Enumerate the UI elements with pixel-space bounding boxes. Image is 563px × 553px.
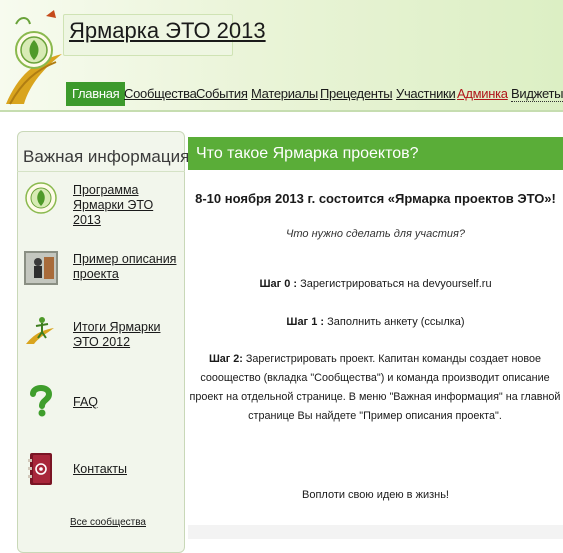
step-0: Шаг 0 : Зарегистрироваться на devyoursel… bbox=[188, 278, 563, 290]
nav-item-participants[interactable]: Участники bbox=[396, 86, 456, 101]
sidebar-item-program[interactable]: Программа Ярмарки ЭТО 2013 bbox=[73, 183, 183, 228]
nav-item-precedents[interactable]: Прецеденты bbox=[320, 86, 393, 101]
participation-subtitle: Что нужно сделать для участия? bbox=[285, 228, 466, 240]
figure-icon bbox=[26, 317, 54, 344]
nav-item-events[interactable]: События bbox=[196, 86, 248, 101]
sidebar-item-project-example[interactable]: Пример описания проекта bbox=[73, 252, 183, 282]
header-divider bbox=[0, 110, 563, 112]
step-0-label: Шаг 0 : bbox=[259, 278, 298, 290]
site-title-link[interactable]: Ярмарка ЭТО 2013 bbox=[69, 18, 266, 44]
eco-logo-icon bbox=[25, 182, 57, 214]
step-2: Шаг 2: Зарегистрировать проект. Капитан … bbox=[189, 350, 561, 426]
nav-item-materials[interactable]: Материалы bbox=[251, 86, 318, 101]
closing-slogan: Воплоти свою идею в жизнь! bbox=[301, 489, 449, 501]
step-2-text: Зарегистрировать проект. Капитан команды… bbox=[189, 353, 561, 422]
sidebar-item-faq[interactable]: FAQ bbox=[73, 395, 183, 410]
sidebar-item-contacts[interactable]: Контакты bbox=[73, 462, 183, 477]
person-photo-icon bbox=[24, 251, 58, 285]
question-icon bbox=[30, 385, 53, 417]
step-1-label: Шаг 1 : bbox=[286, 316, 325, 328]
event-headline: 8-10 ноября 2013 г. состоится «Ярмарка п… bbox=[195, 191, 556, 206]
step-1: Шаг 1 : Заполнить анкету (ссылка) bbox=[188, 316, 563, 328]
sidebar-divider bbox=[17, 171, 185, 172]
nav-item-communities[interactable]: Сообщества bbox=[124, 86, 197, 101]
all-communities-link[interactable]: Все сообщества bbox=[70, 517, 146, 528]
nav-item-widgets[interactable]: Виджеты bbox=[511, 86, 563, 102]
nav-item-home[interactable]: Главная bbox=[66, 82, 126, 106]
nav-item-admin[interactable]: Админка bbox=[457, 86, 508, 101]
sidebar-heading: Важная информация bbox=[23, 147, 190, 166]
main-footer-strip bbox=[188, 525, 563, 539]
step-0-text: Зарегистрироваться на devyourself.ru bbox=[300, 278, 492, 290]
main-nav: Главная Сообщества События Материалы Пре… bbox=[0, 82, 563, 110]
sidebar-item-results-2012[interactable]: Итоги Ярмарки ЭТО 2012 bbox=[73, 320, 183, 350]
step-1-text: Заполнить анкету (ссылка) bbox=[327, 316, 465, 328]
page-title: Что такое Ярмарка проектов? bbox=[196, 145, 419, 162]
address-book-icon bbox=[28, 453, 52, 485]
step-2-label: Шаг 2: bbox=[208, 353, 243, 365]
